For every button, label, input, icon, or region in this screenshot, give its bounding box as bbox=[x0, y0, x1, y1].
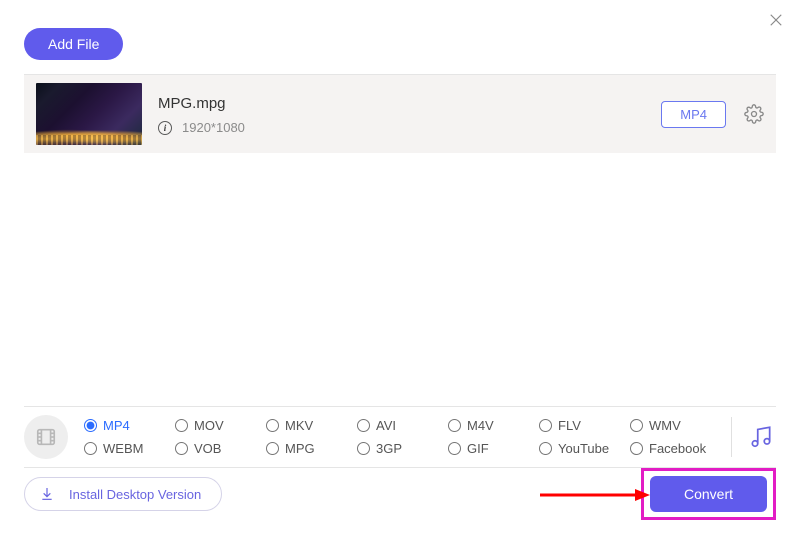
format-option-mkv[interactable]: MKV bbox=[266, 418, 353, 433]
format-option-vob[interactable]: VOB bbox=[175, 441, 262, 456]
audio-category-button[interactable] bbox=[746, 422, 776, 452]
format-option-wmv[interactable]: WMV bbox=[630, 418, 717, 433]
format-radio[interactable] bbox=[266, 419, 279, 432]
format-grid: MP4 MOV MKV AVI M4V FLV WMV WEBM VOB MPG 3GP GIF You… bbox=[84, 418, 717, 456]
format-option-label: MOV bbox=[194, 418, 224, 433]
format-radio[interactable] bbox=[175, 442, 188, 455]
format-radio[interactable] bbox=[357, 419, 370, 432]
format-option-mp4[interactable]: MP4 bbox=[84, 418, 171, 433]
settings-button[interactable] bbox=[744, 104, 764, 124]
format-radio[interactable] bbox=[448, 419, 461, 432]
format-radio[interactable] bbox=[448, 442, 461, 455]
format-option-3gp[interactable]: 3GP bbox=[357, 441, 444, 456]
format-option-label: FLV bbox=[558, 418, 581, 433]
format-option-avi[interactable]: AVI bbox=[357, 418, 444, 433]
format-option-youtube[interactable]: YouTube bbox=[539, 441, 626, 456]
format-option-label: YouTube bbox=[558, 441, 609, 456]
format-option-label: Facebook bbox=[649, 441, 706, 456]
video-category-button[interactable] bbox=[24, 415, 68, 459]
convert-button[interactable]: Convert bbox=[650, 476, 767, 512]
format-option-mpg[interactable]: MPG bbox=[266, 441, 353, 456]
format-radio[interactable] bbox=[266, 442, 279, 455]
output-format-badge[interactable]: MP4 bbox=[661, 101, 726, 128]
close-icon bbox=[767, 11, 785, 29]
format-option-label: MP4 bbox=[103, 418, 130, 433]
format-radio[interactable] bbox=[539, 419, 552, 432]
format-radio[interactable] bbox=[175, 419, 188, 432]
format-radio[interactable] bbox=[539, 442, 552, 455]
format-radio[interactable] bbox=[84, 442, 97, 455]
video-thumbnail[interactable] bbox=[36, 83, 142, 145]
add-file-button[interactable]: Add File bbox=[24, 28, 123, 60]
formats-bar: MP4 MOV MKV AVI M4V FLV WMV WEBM VOB MPG 3GP GIF You… bbox=[24, 406, 776, 468]
format-option-flv[interactable]: FLV bbox=[539, 418, 626, 433]
format-option-label: MKV bbox=[285, 418, 313, 433]
file-resolution: 1920*1080 bbox=[182, 120, 245, 135]
format-radio[interactable] bbox=[630, 419, 643, 432]
format-radio[interactable] bbox=[630, 442, 643, 455]
file-card: MPG.mpg i 1920*1080 MP4 bbox=[24, 74, 776, 153]
music-icon bbox=[748, 424, 774, 450]
format-option-label: WEBM bbox=[103, 441, 143, 456]
format-option-label: 3GP bbox=[376, 441, 402, 456]
file-name: MPG.mpg bbox=[158, 95, 661, 112]
close-button[interactable] bbox=[764, 8, 788, 32]
install-desktop-button[interactable]: Install Desktop Version bbox=[24, 477, 222, 511]
format-radio[interactable] bbox=[357, 442, 370, 455]
format-option-label: GIF bbox=[467, 441, 489, 456]
info-icon[interactable]: i bbox=[158, 121, 172, 135]
format-option-gif[interactable]: GIF bbox=[448, 441, 535, 456]
format-option-mov[interactable]: MOV bbox=[175, 418, 262, 433]
format-option-m4v[interactable]: M4V bbox=[448, 418, 535, 433]
format-radio[interactable] bbox=[84, 419, 97, 432]
film-icon bbox=[35, 426, 57, 448]
install-desktop-label: Install Desktop Version bbox=[69, 487, 201, 502]
format-option-label: AVI bbox=[376, 418, 396, 433]
download-icon bbox=[39, 486, 55, 502]
format-option-label: WMV bbox=[649, 418, 681, 433]
format-option-label: VOB bbox=[194, 441, 221, 456]
bottom-bar: Install Desktop Version Convert bbox=[24, 468, 776, 520]
convert-highlight: Convert bbox=[641, 468, 776, 520]
gear-icon bbox=[744, 104, 764, 124]
format-option-facebook[interactable]: Facebook bbox=[630, 441, 717, 456]
divider bbox=[731, 417, 732, 457]
format-option-label: M4V bbox=[467, 418, 494, 433]
format-option-webm[interactable]: WEBM bbox=[84, 441, 171, 456]
format-option-label: MPG bbox=[285, 441, 315, 456]
file-info: MPG.mpg i 1920*1080 bbox=[158, 93, 661, 135]
